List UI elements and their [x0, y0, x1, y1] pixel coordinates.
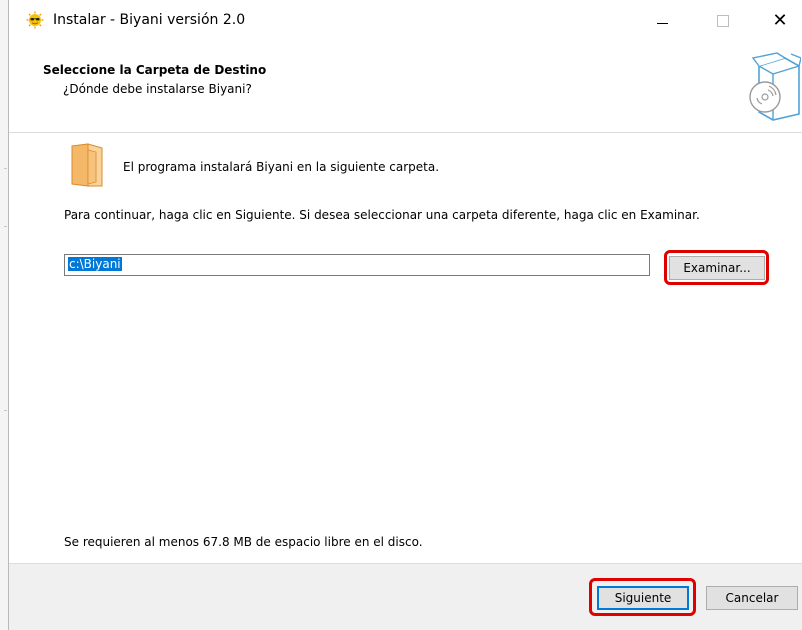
- sun-glasses-icon: [26, 11, 44, 29]
- header-divider: [9, 132, 802, 133]
- minimize-button[interactable]: [639, 0, 685, 42]
- intro-text: El programa instalará Biyani en la sigui…: [123, 160, 440, 174]
- cancel-button[interactable]: Cancelar: [706, 586, 798, 610]
- minimize-icon: [656, 22, 668, 24]
- strip-mark: [4, 168, 7, 169]
- title-bar[interactable]: Instalar - Biyani versión 2.0 ✕: [9, 0, 802, 42]
- installer-window: Instalar - Biyani versión 2.0 ✕ Seleccio…: [8, 0, 802, 630]
- browse-button[interactable]: Examinar...: [669, 256, 765, 280]
- path-value: c:\Biyani: [68, 257, 122, 271]
- close-button[interactable]: ✕: [757, 0, 802, 42]
- maximize-icon: [717, 15, 729, 27]
- next-button[interactable]: Siguiente: [597, 586, 689, 610]
- page-subtitle: ¿Dónde debe instalarse Biyani?: [63, 82, 252, 96]
- install-box-disc-icon: [749, 52, 801, 121]
- background-strip: [0, 0, 8, 630]
- instruction-text: Para continuar, haga clic en Siguiente. …: [64, 208, 700, 222]
- strip-mark: [4, 226, 7, 227]
- disk-space-text: Se requieren al menos 67.8 MB de espacio…: [64, 535, 423, 549]
- wizard-footer: Siguiente Cancelar: [9, 563, 802, 630]
- maximize-button[interactable]: [700, 0, 746, 42]
- page-title: Seleccione la Carpeta de Destino: [43, 63, 267, 77]
- wizard-header: Seleccione la Carpeta de Destino ¿Dónde …: [9, 42, 802, 132]
- window-title: Instalar - Biyani versión 2.0: [53, 12, 246, 28]
- strip-mark: [4, 410, 7, 411]
- close-icon: ✕: [772, 10, 788, 31]
- folder-icon: [71, 143, 103, 187]
- destination-path-input[interactable]: c:\Biyani: [64, 254, 650, 276]
